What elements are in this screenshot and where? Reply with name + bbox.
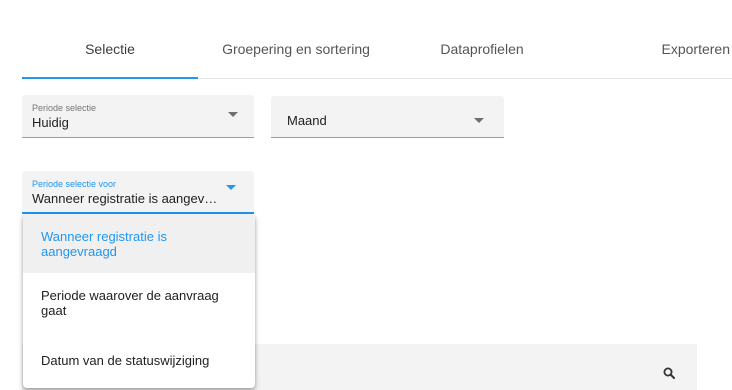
dropdown-option-label: Wanneer registratie is aangevraagd xyxy=(41,228,167,259)
tab-selectie[interactable]: Selectie xyxy=(22,20,198,79)
dropdown-option-label: Datum van de statuswijziging xyxy=(41,353,210,368)
report-settings-panel: Selectie Groepering en sortering Datapro… xyxy=(0,0,732,390)
interval-select[interactable]: Maand xyxy=(271,96,504,138)
tab-bar: Selectie Groepering en sortering Datapro… xyxy=(22,20,732,79)
interval-value: Maand xyxy=(287,113,327,128)
periode-selectie-label: Periode selectie xyxy=(32,103,97,113)
search-icon[interactable] xyxy=(663,367,675,379)
tab-exporteren[interactable]: Exporteren xyxy=(570,20,732,78)
dropdown-option-periode-waarover-de-aanvraag-gaat[interactable]: Periode waarover de aanvraag gaat xyxy=(23,273,255,333)
caret-down-icon xyxy=(228,112,238,117)
periode-selectie-voor-label: Periode selectie voor xyxy=(32,179,117,189)
periode-selectie-voor-dropdown: Wanneer registratie is aangevraagd Perio… xyxy=(23,214,255,388)
dropdown-option-label: Periode waarover de aanvraag gaat xyxy=(41,288,219,318)
tab-groepering-en-sortering[interactable]: Groepering en sortering xyxy=(198,20,394,78)
caret-down-icon xyxy=(226,185,236,190)
caret-down-icon xyxy=(474,118,484,123)
dropdown-option-wanneer-registratie-is-aangevraagd[interactable]: Wanneer registratie is aangevraagd xyxy=(23,214,255,273)
periode-selectie-voor-select[interactable]: Periode selectie voor Wanneer registrati… xyxy=(22,171,254,214)
periode-selectie-voor-value: Wanneer registratie is aangevraagd xyxy=(32,191,220,206)
periode-selectie-select[interactable]: Periode selectie Huidig xyxy=(22,95,254,138)
periode-selectie-value: Huidig xyxy=(32,115,69,130)
tab-dataprofielen[interactable]: Dataprofielen xyxy=(394,20,570,78)
dropdown-option-datum-van-de-statuswijziging[interactable]: Datum van de statuswijziging xyxy=(23,333,255,388)
